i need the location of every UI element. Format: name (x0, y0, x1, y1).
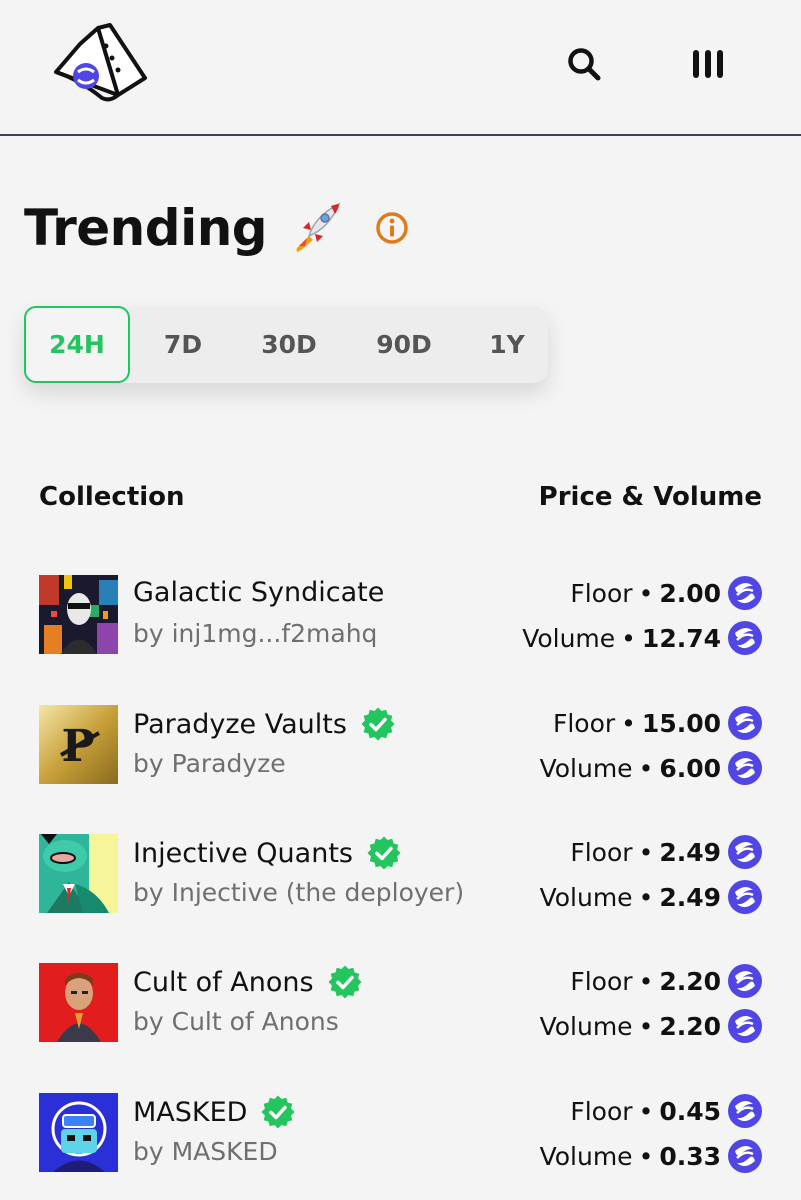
volume-label: Volume (522, 623, 616, 653)
tab-24h[interactable]: 24H (24, 306, 130, 383)
collection-name: MASKED (133, 1096, 248, 1128)
collection-thumbnail (39, 834, 118, 913)
inj-token-icon (727, 1093, 763, 1129)
floor-value: 2.49 (659, 837, 721, 867)
inj-token-icon (727, 963, 763, 999)
separator-dot: • (638, 578, 654, 608)
volume-stat: Volume • 12.74 (522, 620, 763, 656)
floor-value: 15.00 (641, 708, 721, 738)
collection-creator: by inj1mg...f2mahq (133, 619, 378, 648)
floor-label: Floor (570, 1096, 633, 1126)
column-header-collection: Collection (39, 482, 185, 512)
inj-token-icon (727, 620, 763, 656)
inj-token-icon (727, 1138, 763, 1174)
title-row: Trending (24, 192, 409, 264)
separator-dot: • (621, 708, 636, 738)
floor-price: Floor • 2.20 (570, 963, 763, 999)
column-header-price-volume: Price & Volume (538, 482, 762, 512)
collection-creator: by Paradyze (133, 749, 286, 778)
floor-price: Floor • 2.00 (570, 575, 763, 611)
inj-token-icon (727, 1008, 763, 1044)
menu-icon[interactable] (686, 42, 730, 86)
verified-badge-icon (367, 836, 401, 870)
volume-value: 2.49 (659, 882, 721, 912)
volume-stat: Volume • 2.49 (540, 879, 763, 915)
rocket-icon (287, 198, 347, 258)
volume-label: Volume (539, 753, 633, 783)
collection-row[interactable]: MASKED by MASKED Floor • 0.45 Volume • 0… (0, 1093, 801, 1193)
floor-value: 2.00 (659, 578, 721, 608)
tab-90d[interactable]: 90D (342, 306, 466, 383)
page-title: Trending (24, 199, 268, 257)
inj-token-icon (727, 879, 763, 915)
volume-label: Volume (539, 882, 633, 912)
collection-thumbnail (39, 963, 118, 1042)
separator-dot: • (638, 753, 654, 783)
volume-value: 2.20 (659, 1011, 721, 1041)
inj-token-icon (727, 750, 763, 786)
collection-thumbnail: P (39, 705, 118, 784)
collection-creator: by Cult of Anons (133, 1007, 339, 1036)
inj-token-icon (727, 705, 763, 741)
floor-price: Floor • 15.00 (553, 705, 763, 741)
collection-name: Injective Quants (133, 837, 353, 869)
collection-name: Paradyze Vaults (133, 708, 347, 740)
volume-stat: Volume • 2.20 (540, 1008, 763, 1044)
collection-creator: by MASKED (133, 1137, 278, 1166)
verified-badge-icon (361, 707, 395, 741)
floor-value: 2.20 (659, 966, 721, 996)
volume-stat: Volume • 0.33 (540, 1138, 763, 1174)
floor-price: Floor • 0.45 (570, 1093, 763, 1129)
info-icon[interactable] (375, 211, 409, 245)
volume-value: 12.74 (641, 623, 721, 653)
floor-label: Floor (570, 837, 633, 867)
collection-thumbnail (39, 575, 118, 654)
separator-dot: • (621, 623, 636, 653)
floor-value: 0.45 (659, 1096, 721, 1126)
collection-creator: by Injective (the deployer) (133, 878, 465, 907)
collection-thumbnail (39, 1093, 118, 1172)
separator-dot: • (638, 837, 654, 867)
volume-label: Volume (539, 1011, 633, 1041)
helix-logo-icon[interactable] (50, 22, 150, 102)
tab-7d[interactable]: 7D (130, 306, 236, 383)
inj-token-icon (727, 834, 763, 870)
collection-row[interactable]: Cult of Anons by Cult of Anons Floor • 2… (0, 963, 801, 1063)
separator-dot: • (638, 1096, 654, 1126)
tab-30d[interactable]: 30D (236, 306, 342, 383)
search-icon[interactable] (562, 42, 606, 86)
collection-row[interactable]: Galactic Syndicate by inj1mg...f2mahq Fl… (0, 575, 801, 675)
volume-label: Volume (539, 1141, 633, 1171)
tab-1y[interactable]: 1Y (466, 306, 548, 383)
collection-name: Cult of Anons (133, 966, 314, 998)
verified-badge-icon (261, 1095, 295, 1129)
inj-token-icon (727, 575, 763, 611)
collection-row[interactable]: P Paradyze Vaults by Paradyze Floor • 15… (0, 705, 801, 805)
floor-label: Floor (570, 966, 633, 996)
time-range-tabs: 24H 7D 30D 90D 1Y (24, 306, 548, 383)
separator-dot: • (638, 882, 654, 912)
separator-dot: • (638, 1011, 654, 1041)
top-nav (0, 0, 801, 136)
collection-name: Galactic Syndicate (133, 577, 385, 608)
volume-value: 6.00 (659, 753, 721, 783)
floor-label: Floor (570, 578, 633, 608)
volume-value: 0.33 (659, 1141, 721, 1171)
floor-label: Floor (552, 708, 616, 738)
verified-badge-icon (328, 965, 362, 999)
volume-stat: Volume • 6.00 (540, 750, 763, 786)
collection-row[interactable]: Injective Quants by Injective (the deplo… (0, 834, 801, 934)
floor-price: Floor • 2.49 (570, 834, 763, 870)
separator-dot: • (638, 1141, 654, 1171)
separator-dot: • (638, 966, 654, 996)
